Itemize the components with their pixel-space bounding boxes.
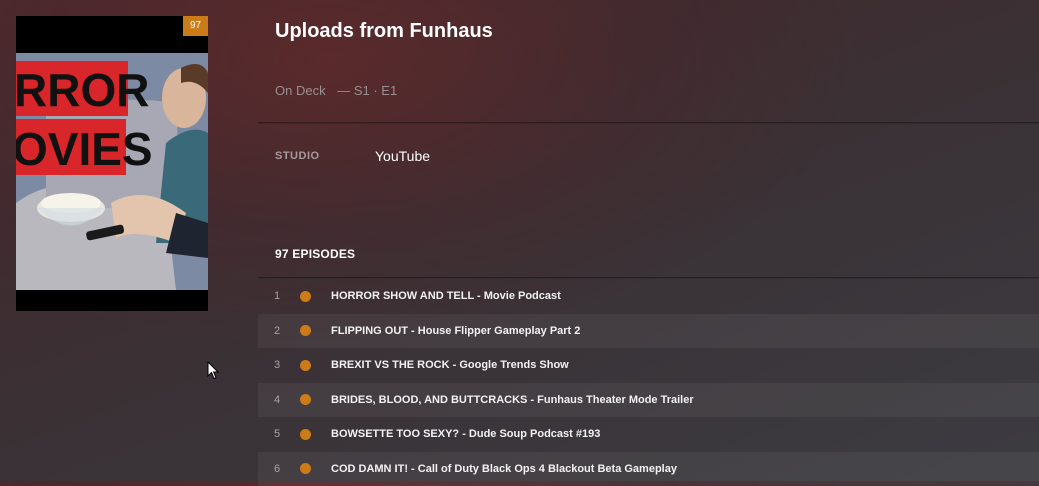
divider xyxy=(258,122,1039,124)
on-deck-episode: — S1 · E1 xyxy=(337,83,397,98)
episode-number: 1 xyxy=(274,290,300,302)
episode-list: 1 HORROR SHOW AND TELL - Movie Podcast 2… xyxy=(258,279,1039,486)
unwatched-dot-icon xyxy=(300,325,311,336)
poster-title-line2: OVIES xyxy=(16,123,153,175)
on-deck-info[interactable]: On Deck — S1 · E1 xyxy=(275,83,397,98)
unwatched-dot-icon xyxy=(300,291,311,302)
unwatched-dot-icon xyxy=(300,429,311,440)
episode-number: 4 xyxy=(274,394,300,406)
episode-count-badge: 97 xyxy=(183,16,208,36)
episode-row[interactable]: 4 BRIDES, BLOOD, AND BUTTCRACKS - Funhau… xyxy=(258,383,1039,418)
episode-title: HORROR SHOW AND TELL - Movie Podcast xyxy=(331,290,561,302)
episode-title: BREXIT VS THE ROCK - Google Trends Show xyxy=(331,359,569,371)
episode-number: 2 xyxy=(274,325,300,337)
episode-row[interactable]: 2 FLIPPING OUT - House Flipper Gameplay … xyxy=(258,314,1039,349)
episode-number: 5 xyxy=(274,428,300,440)
mouse-cursor-icon xyxy=(207,361,219,380)
studio-label: STUDIO xyxy=(275,150,320,162)
episode-title: BRIDES, BLOOD, AND BUTTCRACKS - Funhaus … xyxy=(331,394,694,406)
episode-row[interactable]: 5 BOWSETTE TOO SEXY? - Dude Soup Podcast… xyxy=(258,417,1039,452)
on-deck-label: On Deck xyxy=(275,83,326,98)
unwatched-dot-icon xyxy=(300,463,311,474)
episode-row[interactable]: 3 BREXIT VS THE ROCK - Google Trends Sho… xyxy=(258,348,1039,383)
poster-title-line1: RROR xyxy=(16,64,149,116)
episode-title: COD DAMN IT! - Call of Duty Black Ops 4 … xyxy=(331,463,677,475)
episode-row[interactable]: 1 HORROR SHOW AND TELL - Movie Podcast xyxy=(258,279,1039,314)
unwatched-dot-icon xyxy=(300,360,311,371)
episode-number: 6 xyxy=(274,463,300,475)
episode-title: BOWSETTE TOO SEXY? - Dude Soup Podcast #… xyxy=(331,428,600,440)
episode-title: FLIPPING OUT - House Flipper Gameplay Pa… xyxy=(331,325,580,337)
episodes-header: 97 EPISODES xyxy=(275,247,355,261)
show-poster[interactable]: RROR OVIES 97 xyxy=(16,16,208,311)
unwatched-dot-icon xyxy=(300,394,311,405)
studio-value: YouTube xyxy=(375,148,430,164)
episode-number: 3 xyxy=(274,359,300,371)
poster-artwork: RROR OVIES xyxy=(16,53,208,290)
show-title: Uploads from Funhaus xyxy=(275,20,493,43)
